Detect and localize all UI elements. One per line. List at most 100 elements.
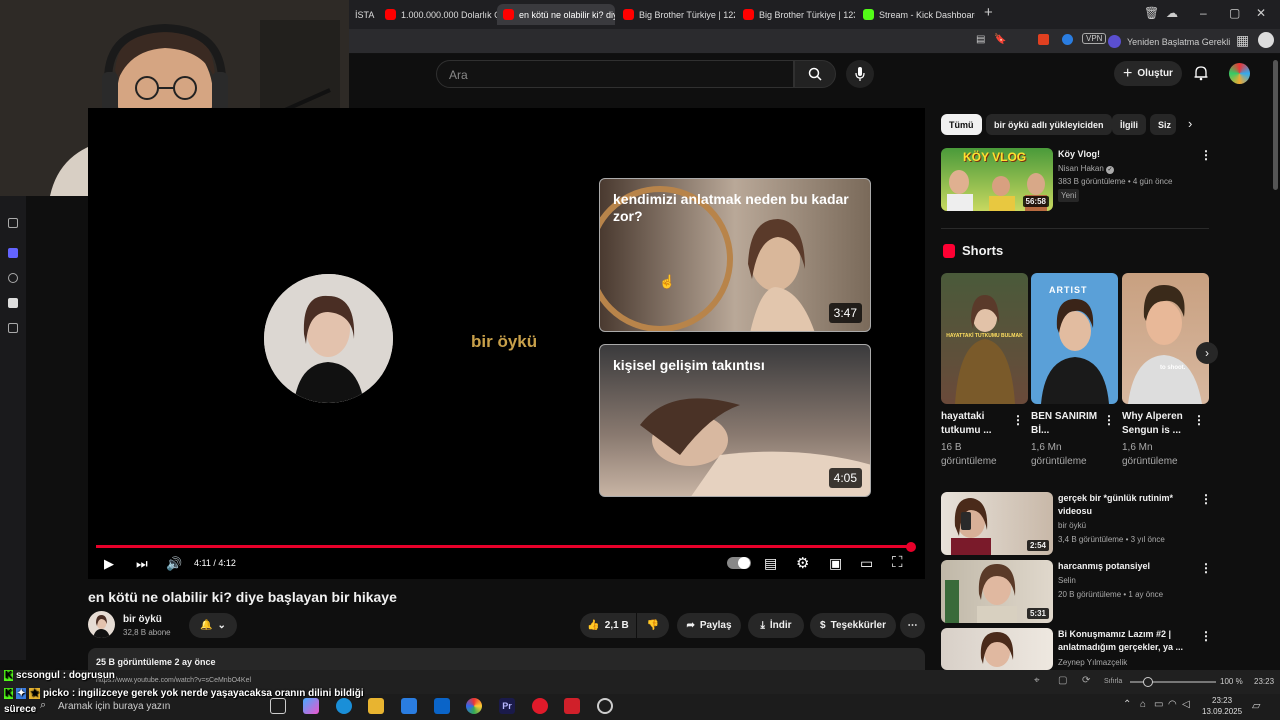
channel-name[interactable]: bir öykü <box>1058 519 1086 532</box>
taskbar-search-field[interactable]: Aramak için buraya yazın <box>58 701 170 712</box>
chevron-right-icon[interactable]: › <box>1188 116 1192 131</box>
opera-icon[interactable] <box>532 698 548 714</box>
cloud-icon[interactable]: ☁ <box>1166 6 1178 20</box>
taskbar-time[interactable]: 23:23 <box>1212 696 1232 705</box>
account-avatar[interactable] <box>1229 63 1250 84</box>
play-button[interactable]: ▶ <box>104 556 114 572</box>
extensions-icon[interactable]: ▦ <box>1236 32 1249 49</box>
video-player[interactable]: bir öykü kendimizi anlatmak neden bu kad… <box>88 108 925 579</box>
trash-icon[interactable]: 🗑 <box>1144 6 1159 20</box>
maximize-button[interactable]: ▢ <box>1229 6 1240 20</box>
channel-name[interactable]: Nisan Hakan ✓ <box>1058 162 1115 175</box>
theater-mode-icon[interactable]: ▭ <box>860 555 873 572</box>
taskbar-date[interactable]: 13.09.2025 <box>1202 707 1242 716</box>
channel-name[interactable]: Zeynep Yılmazçelik <box>1058 656 1127 669</box>
video-thumbnail[interactable]: 5:31 <box>941 560 1053 623</box>
tab[interactable]: Stream - Kick Dashboard <box>857 4 975 25</box>
close-button[interactable]: ✕ <box>1256 6 1266 20</box>
more-actions-button[interactable]: ⋯ <box>900 613 925 638</box>
progress-scrubber[interactable] <box>906 542 916 552</box>
network-icon[interactable]: ⌂ <box>1140 699 1146 710</box>
tab-active[interactable]: en kötü ne olabilir ki? diye <box>497 4 615 25</box>
progress-bar[interactable] <box>96 545 911 548</box>
vivaldi-icon[interactable] <box>564 698 580 714</box>
minimize-button[interactable]: – <box>1200 6 1207 20</box>
tab[interactable]: İSTA <box>349 4 377 25</box>
more-options-icon[interactable]: ⋮ <box>1193 413 1205 427</box>
zoom-reset-button[interactable]: Sıfırla <box>1104 678 1122 685</box>
capture-icon[interactable]: ⌖ <box>1034 675 1040 686</box>
create-button[interactable]: + Oluştur <box>1114 61 1182 86</box>
extension-icon[interactable] <box>1038 34 1049 45</box>
short-title[interactable]: Why Alperen Sengun is ... <box>1122 410 1188 438</box>
outlook-icon[interactable] <box>434 698 450 714</box>
speaker-icon[interactable]: ◁ <box>1182 699 1190 710</box>
notification-center-icon[interactable]: ▱ <box>1252 699 1260 712</box>
like-button[interactable]: 👍 2,1 B <box>580 613 636 638</box>
notes-icon[interactable] <box>8 218 18 228</box>
short-thumbnail[interactable]: HAYATTAKİ TUTKUMU BULMAK <box>941 273 1028 404</box>
shorts-next-button[interactable]: › <box>1196 342 1218 364</box>
short-title[interactable]: BEN SANIRIM Bİ... <box>1031 410 1101 438</box>
channel-name[interactable]: Selin <box>1058 574 1076 587</box>
more-options-icon[interactable]: ⋮ <box>1012 413 1024 427</box>
share-button[interactable]: ➦ Paylaş <box>677 613 741 638</box>
filter-chip-all[interactable]: Tümü <box>941 114 982 135</box>
new-tab-button[interactable]: + <box>984 4 993 21</box>
copilot-icon[interactable] <box>303 698 319 714</box>
filter-chip-for-you[interactable]: Siz <box>1150 114 1176 135</box>
more-options-icon[interactable]: ⋮ <box>1200 492 1212 506</box>
page-scrollbar[interactable] <box>1271 60 1280 670</box>
subscribed-bell-button[interactable]: 🔔 ⌄ <box>189 613 237 638</box>
short-thumbnail[interactable]: to shoot. <box>1122 273 1209 404</box>
channel-avatar[interactable] <box>88 611 115 638</box>
short-thumbnail[interactable]: ARTIST <box>1031 273 1118 404</box>
channel-endscreen-avatar[interactable] <box>264 274 393 403</box>
tiling-icon[interactable]: ▢ <box>1058 675 1067 686</box>
sync-icon[interactable]: ⟳ <box>1082 675 1090 686</box>
end-card-video[interactable]: kişisel gelişim takıntısı 4:05 <box>599 344 871 497</box>
premiere-icon[interactable]: Pr <box>499 698 515 714</box>
video-title[interactable]: Bi Konuşmamız Lazım #2 | anlatmadığım ge… <box>1058 628 1188 654</box>
voice-search-button[interactable] <box>846 60 874 88</box>
short-title[interactable]: hayattaki tutkumu ... <box>941 410 1011 438</box>
more-options-icon[interactable]: ⋮ <box>1103 413 1115 427</box>
obs-icon[interactable] <box>597 698 613 714</box>
file-explorer-icon[interactable] <box>368 698 384 714</box>
profile-avatar[interactable] <box>1258 32 1274 48</box>
scrollbar-thumb[interactable] <box>1273 60 1278 190</box>
filter-chip-related[interactable]: İlgili <box>1112 114 1146 135</box>
chevron-up-icon[interactable]: ⌃ <box>1123 699 1131 710</box>
task-view-icon[interactable] <box>270 698 286 714</box>
search-button[interactable] <box>794 60 836 88</box>
bookmark-icon[interactable]: 🔖 <box>994 34 1006 45</box>
extension-icon[interactable] <box>1062 34 1073 45</box>
thanks-button[interactable]: $ Teşekkürler <box>810 613 896 638</box>
next-button[interactable]: ⏭ <box>136 556 148 572</box>
add-panel-icon[interactable] <box>8 323 18 333</box>
restart-required-label[interactable]: Yeniden Başlatma Gerekli <box>1127 37 1230 47</box>
end-card-video[interactable]: kendimizi anlatmak neden bu kadar zor? 3… <box>599 178 871 332</box>
tab[interactable]: Big Brother Türkiye | 122. B <box>617 4 735 25</box>
volume-button[interactable]: 🔊 <box>166 556 182 572</box>
store-icon[interactable] <box>401 698 417 714</box>
chrome-icon[interactable] <box>466 698 482 714</box>
dislike-button[interactable]: 👎 <box>637 613 669 638</box>
notifications-button[interactable] <box>1193 65 1209 81</box>
search-input[interactable]: Ara <box>436 60 794 88</box>
miniplayer-icon[interactable]: ▣ <box>829 555 842 572</box>
video-title[interactable]: gerçek bir *günlük rutinim* videosu <box>1058 492 1188 518</box>
video-thumbnail[interactable]: 2:54 <box>941 492 1053 555</box>
video-thumbnail[interactable]: KÖY VLOG 56:58 <box>941 148 1053 211</box>
wikipedia-icon[interactable] <box>8 298 18 308</box>
tab[interactable]: 1.000.000.000 Dolarlık Çıkış <box>379 4 497 25</box>
video-thumbnail[interactable] <box>941 628 1053 670</box>
channel-name[interactable]: bir öykü <box>123 614 162 625</box>
video-title[interactable]: Köy Vlog! <box>1058 148 1100 161</box>
globe-icon[interactable] <box>8 273 18 283</box>
more-options-icon[interactable]: ⋮ <box>1200 148 1212 162</box>
filter-chip-from-uploader[interactable]: bir öykü adlı yükleyiciden <box>986 114 1112 135</box>
subtitles-icon[interactable]: ▤ <box>764 555 777 572</box>
more-options-icon[interactable]: ⋮ <box>1200 629 1212 643</box>
battery-icon[interactable]: ▭ <box>1154 699 1163 710</box>
